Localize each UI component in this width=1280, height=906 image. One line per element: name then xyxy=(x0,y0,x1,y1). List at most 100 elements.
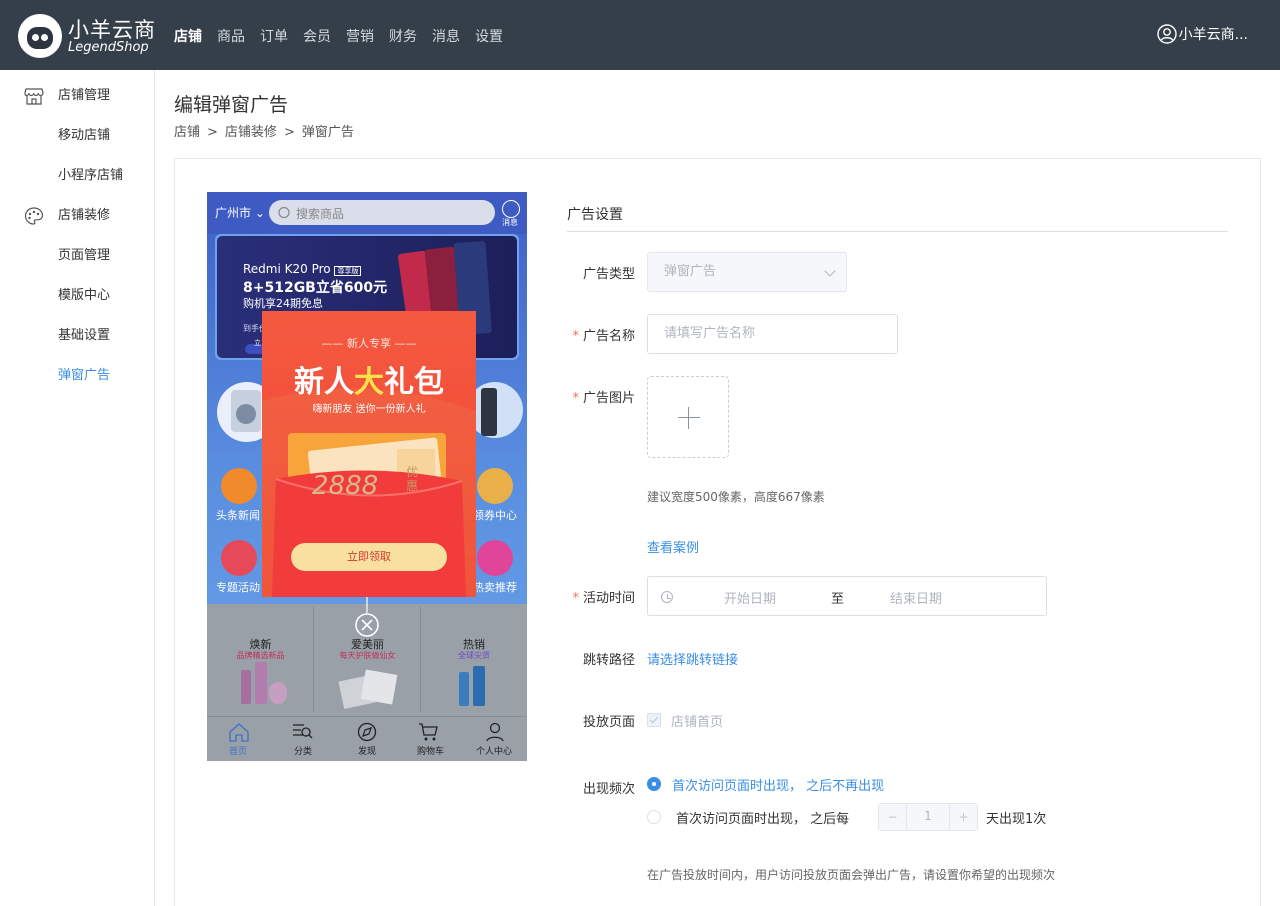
frequency-once-radio[interactable] xyxy=(647,777,661,791)
start-date-input[interactable]: 开始日期 xyxy=(724,588,776,607)
sidebar-item-label: 基础设置 xyxy=(58,328,111,343)
nav-settings[interactable]: 设置 xyxy=(475,26,503,46)
message-icon[interactable] xyxy=(502,200,520,218)
tab-cart[interactable]: 购物车 xyxy=(417,744,444,757)
store-home-checkbox[interactable] xyxy=(647,713,661,727)
card-beauty-sub: 每天护肤做仙女 xyxy=(339,651,396,660)
nav-members[interactable]: 会员 xyxy=(303,26,331,46)
popup-title-a: 新人 xyxy=(294,365,354,400)
tab-discover[interactable]: 发现 xyxy=(358,744,376,757)
sidebar-item-store-decoration[interactable]: 店铺装修 xyxy=(0,196,155,236)
tab-home[interactable]: 首页 xyxy=(229,744,247,757)
chevron-down-icon xyxy=(824,265,836,277)
sidebar-item-popup-ad[interactable]: 弹窗广告 xyxy=(0,356,155,396)
logo[interactable]: 小羊云商 LegendShop xyxy=(18,12,158,60)
sidebar: 店铺管理 移动店铺 小程序店铺 店铺装修 页面管理 模版中心 基础设置 弹窗广告 xyxy=(0,70,155,906)
popup-claim-button[interactable]: 立即领取 xyxy=(291,543,447,571)
clock-icon xyxy=(661,591,673,603)
ad-type-value: 弹窗广告 xyxy=(664,264,717,279)
banner-subline: 购机享24期免息 xyxy=(243,297,323,310)
icon-coupon-label[interactable]: 领券中心 xyxy=(473,507,517,523)
store-icon xyxy=(24,88,44,105)
select-jump-link[interactable]: 请选择跳转链接 xyxy=(647,649,738,668)
popup-title-b: 大 xyxy=(354,365,384,400)
frequency-once-label[interactable]: 首次访问页面时出现， 之后不再出现 xyxy=(672,775,884,794)
nav-messages[interactable]: 消息 xyxy=(432,26,460,46)
preview-search-input[interactable]: 搜索商品 xyxy=(296,205,344,222)
top-nav: 店铺 商品 订单 会员 营销 财务 消息 设置 xyxy=(174,26,518,46)
tab-category[interactable]: 分类 xyxy=(294,744,312,757)
stepper-plus-button[interactable]: + xyxy=(949,804,977,830)
ad-type-label-text: 广告类型 xyxy=(582,267,635,282)
ad-type-select[interactable]: 弹窗广告 xyxy=(647,252,847,292)
activity-time-label-text: 活动时间 xyxy=(582,591,635,606)
icon-news-label[interactable]: 头条新闻 xyxy=(216,507,260,523)
stepper-value[interactable]: 1 xyxy=(907,809,949,823)
nav-goods[interactable]: 商品 xyxy=(217,26,245,46)
sidebar-item-template-center[interactable]: 模版中心 xyxy=(0,276,155,316)
section-divider xyxy=(567,231,1228,232)
sheep-logo-icon xyxy=(18,14,62,58)
date-range-separator: 至 xyxy=(831,592,845,607)
sidebar-item-label: 页面管理 xyxy=(58,248,111,263)
popup-title: 新人大礼包 xyxy=(262,357,476,401)
phone-preview: 广州市 ⌄ 搜索商品 消息 Redmi K20 Pro 尊享版 8+512GB立… xyxy=(207,192,527,761)
popup-kicker: —— 新人专享 —— xyxy=(321,337,417,350)
breadcrumb-current: 弹窗广告 xyxy=(301,125,354,140)
icon-topic-label[interactable]: 专题活动 xyxy=(216,579,260,595)
breadcrumb-decoration[interactable]: 店铺装修 xyxy=(225,125,277,140)
section-title: 广告设置 xyxy=(567,207,623,223)
nav-shop[interactable]: 店铺 xyxy=(174,26,202,46)
days-stepper[interactable]: − 1 + xyxy=(878,803,978,831)
user-name: 小羊云商... xyxy=(1178,27,1248,43)
plus-icon-stem xyxy=(688,407,689,429)
popup-coupon-label: 优惠 xyxy=(406,465,419,493)
nav-finance[interactable]: 财务 xyxy=(389,26,417,46)
ad-name-input[interactable]: 请填写广告名称 xyxy=(647,314,898,354)
date-range-picker[interactable]: 开始日期 至 结束日期 xyxy=(647,576,1047,616)
popup-title-c: 礼包 xyxy=(384,365,444,400)
popup-ad-preview: —— 新人专享 —— 新人大礼包 嗨新朋友 送你一份新人礼 2888 优惠 立即… xyxy=(262,311,476,597)
palette-icon xyxy=(24,207,44,225)
breadcrumb-shop[interactable]: 店铺 xyxy=(174,125,200,140)
message-label: 消息 xyxy=(502,218,518,227)
frequency-periodic-suffix: 天出现1次 xyxy=(986,812,1047,827)
card-new-sub: 品牌精选新品 xyxy=(236,651,285,660)
breadcrumb-separator: > xyxy=(283,125,295,140)
chevron-down-icon: ⌄ xyxy=(251,206,265,220)
sidebar-item-mobile-store[interactable]: 移动店铺 xyxy=(0,116,155,156)
sidebar-item-miniprogram-store[interactable]: 小程序店铺 xyxy=(0,156,155,196)
city-selector[interactable]: 广州市 ⌄ xyxy=(215,204,265,221)
view-example-link[interactable]: 查看案例 xyxy=(647,537,699,556)
icon-hot-label[interactable]: 热卖推荐 xyxy=(473,579,517,595)
sidebar-item-label: 移动店铺 xyxy=(58,128,111,143)
page-title: 编辑弹窗广告 xyxy=(174,94,289,116)
end-date-input[interactable]: 结束日期 xyxy=(890,588,942,607)
tab-profile[interactable]: 个人中心 xyxy=(476,744,512,757)
city-label: 广州市 xyxy=(215,206,252,220)
sidebar-item-page-management[interactable]: 页面管理 xyxy=(0,236,155,276)
nav-marketing[interactable]: 营销 xyxy=(346,26,374,46)
frequency-periodic-radio[interactable] xyxy=(647,810,661,824)
sidebar-item-store-management[interactable]: 店铺管理 xyxy=(0,76,155,116)
user-menu[interactable]: 小羊云商... xyxy=(1156,24,1248,44)
sidebar-item-basic-settings[interactable]: 基础设置 xyxy=(0,316,155,356)
banner-button-label: 立 xyxy=(254,339,261,347)
popup-subtitle: 嗨新朋友 送你一份新人礼 xyxy=(312,404,426,415)
frequency-label: 出现频次 xyxy=(582,782,635,797)
stepper-minus-button[interactable]: − xyxy=(879,804,907,830)
sidebar-item-label: 小程序店铺 xyxy=(58,168,124,183)
breadcrumb-separator: > xyxy=(207,125,218,140)
banner-tag: 尊享版 xyxy=(334,266,362,276)
target-page-label: 投放页面 xyxy=(582,715,635,730)
ad-image-label-text: 广告图片 xyxy=(582,391,635,406)
nav-orders[interactable]: 订单 xyxy=(260,26,288,46)
sidebar-item-label: 模版中心 xyxy=(58,288,111,303)
frequency-hint: 在广告投放时间内，用户访问投放页面会弹出广告，请设置你希望的出现频次 xyxy=(647,868,1056,882)
store-home-checkbox-label: 店铺首页 xyxy=(671,715,724,730)
sidebar-item-label: 店铺管理 xyxy=(58,88,111,103)
image-upload-button[interactable] xyxy=(647,376,729,458)
ad-type-label: 广告类型 xyxy=(555,263,635,282)
popup-kicker-text: 新人专享 xyxy=(347,337,391,350)
frequency-periodic-label[interactable]: 首次访问页面时出现， 之后每 xyxy=(676,808,849,827)
